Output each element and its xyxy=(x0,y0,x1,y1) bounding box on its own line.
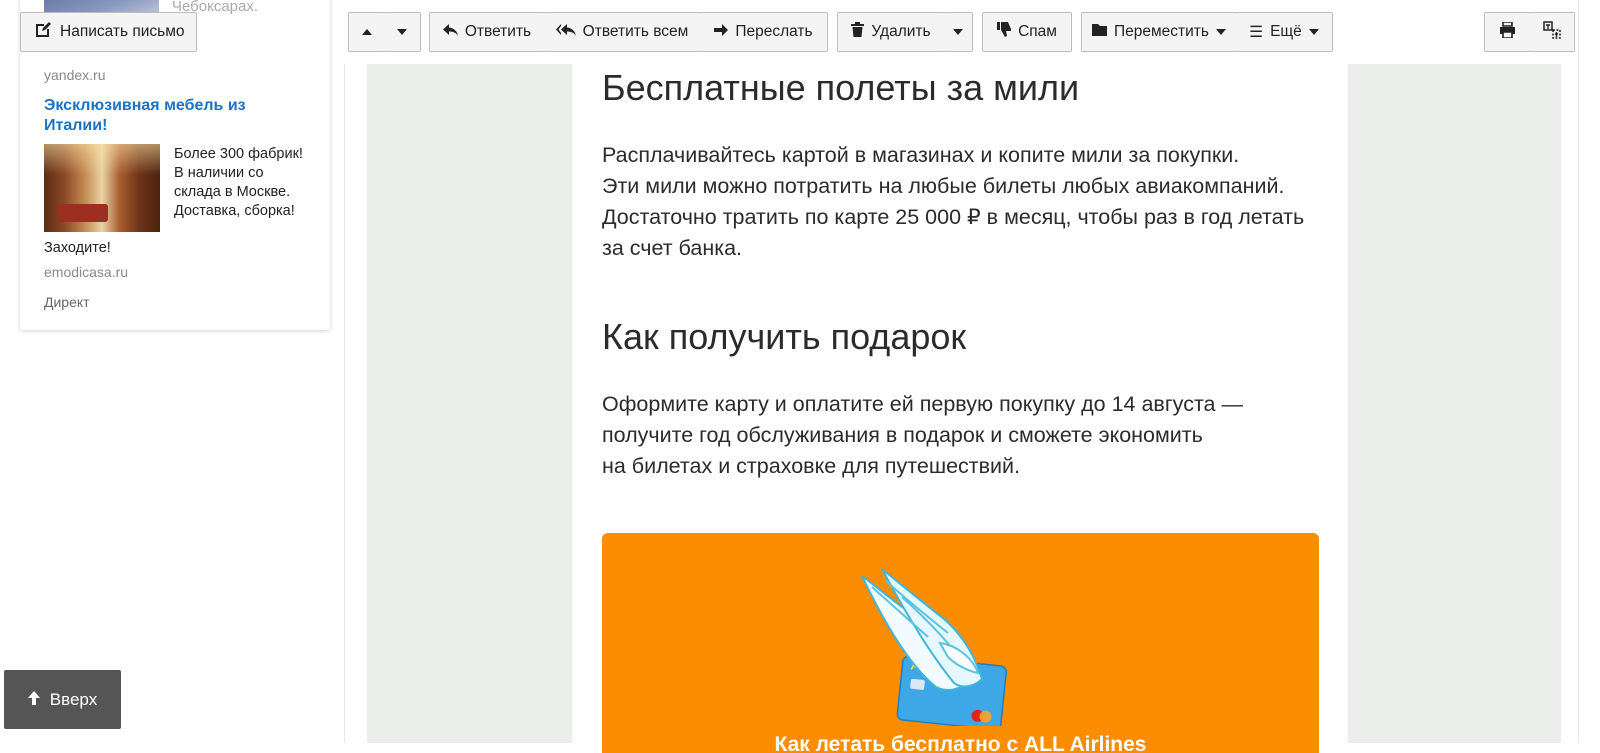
delete-label: Удалить xyxy=(871,23,931,40)
spam-button[interactable]: Спам xyxy=(982,12,1072,52)
section-text-miles: Расплачивайтесь картой в магазинах и коп… xyxy=(602,140,1304,264)
trash-icon xyxy=(851,22,865,42)
chevron-up-icon xyxy=(361,29,372,35)
ad-domain[interactable]: emodicasa.ru xyxy=(44,264,128,280)
left-sidebar: Чебоксарах. yandex.ru Эксклюзивная мебел… xyxy=(0,0,344,743)
ad-domain[interactable]: yandex.ru xyxy=(44,67,105,83)
section-title-miles: Бесплатные полеты за мили xyxy=(602,67,1080,108)
thumbs-down-icon xyxy=(997,22,1012,42)
reply-all-icon xyxy=(555,23,576,41)
ad-description: Более 300 фабрик! В наличии со склада в … xyxy=(174,146,303,219)
promo-caption[interactable]: Как летать бесплатно с ALL Airlines xyxy=(602,733,1319,753)
text-line: Оформите карту и оплатите ей первую поку… xyxy=(602,392,1243,416)
chevron-down-icon xyxy=(1308,29,1319,35)
delete-options-dropdown[interactable] xyxy=(944,12,973,52)
spam-label: Спам xyxy=(1018,23,1057,40)
folder-icon xyxy=(1092,23,1108,41)
arrow-right-icon xyxy=(714,23,729,41)
next-message-button[interactable] xyxy=(384,12,421,52)
text-line: Расплачивайтесь картой в магазинах и коп… xyxy=(602,143,1240,167)
ad-furniture-image[interactable] xyxy=(44,144,160,232)
reply-button[interactable]: Ответить xyxy=(429,12,545,52)
reply-icon xyxy=(442,23,458,41)
compose-button[interactable]: Написать письмо xyxy=(20,12,197,52)
text-line: Эти мили можно потратить на любые билеты… xyxy=(602,174,1285,198)
translate-icon xyxy=(1542,20,1561,44)
scroll-to-top-button[interactable]: Вверх xyxy=(4,670,121,729)
move-label: Переместить xyxy=(1114,23,1209,40)
winged-card-image: ALL xyxy=(861,568,1008,726)
delete-button[interactable]: Удалить xyxy=(837,12,945,52)
reply-label: Ответить xyxy=(464,23,532,40)
ad-title-link[interactable]: Эксклюзивная мебель из Италии! xyxy=(44,96,304,136)
move-dropdown[interactable]: Переместить xyxy=(1081,12,1237,52)
text-line: на билетах и страховке для путешествий. xyxy=(602,454,1021,478)
chevron-down-icon xyxy=(1215,29,1226,35)
section-title-gift: Как получить подарок xyxy=(602,316,967,357)
reply-all-button[interactable]: Ответить всем xyxy=(544,12,701,52)
more-dropdown[interactable]: ☰ Ещё xyxy=(1236,12,1333,52)
reply-all-label: Ответить всем xyxy=(582,23,689,40)
arrow-up-icon xyxy=(27,690,40,710)
section-text-gift: Оформите карту и оплатите ей первую поку… xyxy=(602,389,1243,482)
page-scrollbar[interactable] xyxy=(1578,0,1600,743)
compose-icon xyxy=(34,21,52,44)
prev-message-button[interactable] xyxy=(348,12,385,52)
compose-label: Написать письмо xyxy=(60,23,185,40)
ad-description-tail: Заходите! xyxy=(44,240,111,256)
print-icon xyxy=(1499,20,1516,43)
print-button[interactable] xyxy=(1484,12,1530,52)
forward-button[interactable]: Переслать xyxy=(700,12,828,52)
scroll-to-top-label: Вверх xyxy=(49,689,98,709)
ad-direct-label[interactable]: Директ xyxy=(44,294,90,310)
translate-button[interactable] xyxy=(1529,12,1575,52)
menu-icon: ☰ xyxy=(1249,23,1264,41)
promo-banner[interactable]: ALL Как летать бесплатно с ALL Airlines xyxy=(602,533,1319,753)
text-line: Достаточно тратить по карте 25 000 ₽ в м… xyxy=(602,205,1305,229)
text-line: получите год обслуживания в подарок и см… xyxy=(602,423,1203,447)
text-line: за счет банка. xyxy=(602,236,743,260)
more-label: Ещё xyxy=(1270,23,1302,40)
chevron-down-icon xyxy=(953,29,963,35)
chevron-down-icon xyxy=(397,29,407,35)
forward-label: Переслать xyxy=(735,23,813,40)
